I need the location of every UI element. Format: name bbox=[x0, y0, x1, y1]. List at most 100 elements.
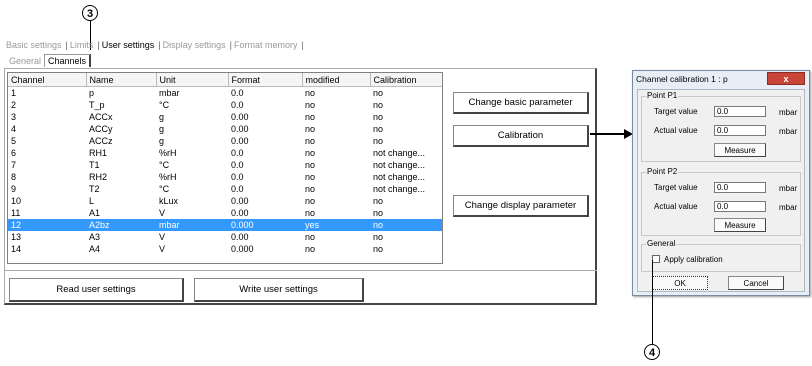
table-cell: 10 bbox=[11, 195, 22, 206]
calibration-button[interactable]: Calibration bbox=[453, 125, 589, 147]
table-row[interactable]: 6 RH1 %rH 0.0 no not change... bbox=[8, 147, 442, 159]
table-cell: 1 bbox=[11, 87, 17, 98]
table-cell: L bbox=[89, 195, 95, 206]
table-row[interactable]: 13 A3 V 0.00 no no bbox=[8, 231, 442, 243]
table-cell: no bbox=[373, 135, 384, 146]
channel-table[interactable]: Channel Name Unit Format modified Calibration… bbox=[7, 72, 443, 264]
ok-button[interactable]: OK bbox=[652, 276, 708, 290]
table-cell: no bbox=[373, 207, 384, 218]
change-basic-parameter-button[interactable]: Change basic parameter bbox=[453, 92, 589, 114]
point-p2-group: Point P2 Target value 0.0 mbar Actual va… bbox=[641, 167, 801, 236]
table-row[interactable]: 4 ACCy g 0.00 no no bbox=[8, 123, 442, 135]
table-cell: no bbox=[305, 195, 316, 206]
table-row[interactable]: 5 ACCz g 0.00 no no bbox=[8, 135, 442, 147]
tab-bar-primary: Basic settings | Limits | User settings | Disp… bbox=[6, 40, 304, 50]
change-display-parameter-button[interactable]: Change display parameter bbox=[453, 195, 589, 217]
table-cell: 0.00 bbox=[231, 123, 249, 134]
general-label: General bbox=[646, 239, 677, 248]
table-cell: °C bbox=[159, 183, 170, 194]
table-cell: 7 bbox=[11, 159, 17, 170]
p1-actual-label: Actual value bbox=[654, 126, 698, 135]
table-cell: 0.00 bbox=[231, 111, 249, 122]
write-user-settings-button[interactable]: Write user settings bbox=[194, 278, 364, 302]
table-cell: no bbox=[305, 123, 316, 134]
table-cell: 0.0 bbox=[231, 87, 244, 98]
table-row[interactable]: 12 A2bz mbar 0.000 yes no bbox=[8, 219, 442, 231]
p1-measure-button[interactable]: Measure bbox=[714, 143, 766, 157]
table-cell: T_p bbox=[89, 99, 105, 110]
table-cell: 0.0 bbox=[231, 183, 244, 194]
column-header[interactable]: modified bbox=[302, 73, 371, 87]
table-cell: V bbox=[159, 207, 166, 218]
table-cell: no bbox=[305, 243, 316, 254]
tab-user-settings[interactable]: User settings bbox=[102, 40, 155, 50]
settings-panel: Basic settings | Limits | User settings | Disp… bbox=[0, 30, 598, 310]
column-header[interactable]: Channel bbox=[8, 73, 87, 87]
table-cell: not change... bbox=[373, 183, 426, 194]
tab-general[interactable]: General bbox=[6, 55, 44, 67]
table-cell: no bbox=[373, 99, 384, 110]
p1-target-label: Target value bbox=[654, 107, 698, 116]
table-cell: 0.00 bbox=[231, 231, 249, 242]
table-row[interactable]: 10 LkLux 0.00 no no bbox=[8, 195, 442, 207]
tab-basic-settings[interactable]: Basic settings bbox=[6, 40, 62, 50]
p2-target-input[interactable]: 0.0 bbox=[714, 182, 766, 193]
table-row[interactable]: 7 T1 °C 0.0 no not change... bbox=[8, 159, 442, 171]
channel-calibration-dialog: Channel calibration 1 : p x Point P1 Tar… bbox=[632, 70, 810, 296]
read-user-settings-button[interactable]: Read user settings bbox=[9, 278, 184, 302]
tab-limits[interactable]: Limits bbox=[70, 40, 94, 50]
callout-3: 3 bbox=[82, 5, 98, 21]
table-row[interactable]: 9 T2 °C 0.0 no not change... bbox=[8, 183, 442, 195]
cancel-button[interactable]: Cancel bbox=[728, 276, 784, 290]
tab-format-memory[interactable]: Format memory bbox=[234, 40, 298, 50]
table-cell: p bbox=[89, 87, 95, 98]
table-cell: 0.00 bbox=[231, 207, 249, 218]
column-header[interactable]: Calibration bbox=[370, 73, 442, 87]
p2-actual-label: Actual value bbox=[654, 202, 698, 211]
table-cell: 0.0 bbox=[231, 171, 244, 182]
table-cell: no bbox=[305, 207, 316, 218]
table-cell: no bbox=[305, 231, 316, 242]
table-cell: no bbox=[305, 87, 316, 98]
table-cell: 0.000 bbox=[231, 243, 254, 254]
table-row[interactable]: 3 ACCx g 0.00 no no bbox=[8, 111, 442, 123]
p2-actual-input[interactable]: 0.0 bbox=[714, 201, 766, 212]
table-cell: g bbox=[159, 135, 165, 146]
tab-channels[interactable]: Channels bbox=[44, 54, 92, 67]
table-cell: ACCz bbox=[89, 135, 113, 146]
table-cell: g bbox=[159, 123, 165, 134]
close-button[interactable]: x bbox=[767, 72, 805, 85]
table-cell: 3 bbox=[11, 111, 17, 122]
table-cell: A1 bbox=[89, 207, 101, 218]
column-header[interactable]: Format bbox=[228, 73, 303, 87]
column-header[interactable]: Unit bbox=[156, 73, 229, 87]
p1-actual-unit: mbar bbox=[779, 127, 798, 136]
table-cell: 0.0 bbox=[231, 147, 244, 158]
apply-calibration-checkbox[interactable] bbox=[652, 255, 660, 263]
table-row[interactable]: 2 T_p °C 0.0 no no bbox=[8, 99, 442, 111]
table-cell: no bbox=[305, 135, 316, 146]
point-p1-group: Point P1 Target value 0.0 mbar Actual va… bbox=[641, 91, 801, 162]
table-row[interactable]: 14 A4 V 0.000 no no bbox=[8, 243, 442, 255]
table-cell: A2bz bbox=[86, 219, 156, 231]
table-cell: 14 bbox=[11, 243, 22, 254]
table-row[interactable]: 1 p mbar 0.0 no no bbox=[8, 87, 442, 100]
table-cell: 9 bbox=[11, 183, 17, 194]
point-p1-label: Point P1 bbox=[646, 91, 679, 100]
p1-target-input[interactable]: 0.0 bbox=[714, 106, 766, 117]
callout-4-leader bbox=[652, 260, 653, 344]
table-cell: %rH bbox=[159, 171, 177, 182]
table-cell: 11 bbox=[11, 207, 21, 218]
tab-display-settings[interactable]: Display settings bbox=[163, 40, 226, 50]
p2-measure-button[interactable]: Measure bbox=[714, 218, 766, 232]
table-cell: mbar bbox=[156, 219, 228, 231]
table-cell: no bbox=[373, 195, 384, 206]
arrow-icon bbox=[590, 129, 633, 139]
p1-actual-input[interactable]: 0.0 bbox=[714, 125, 766, 136]
column-header[interactable]: Name bbox=[86, 73, 157, 87]
table-row[interactable]: 11 A1 V 0.00 no no bbox=[8, 207, 442, 219]
table-cell: 2 bbox=[11, 99, 17, 110]
table-cell: not change... bbox=[373, 147, 426, 158]
table-row[interactable]: 8 RH2 %rH 0.0 no not change... bbox=[8, 171, 442, 183]
table-cell: no bbox=[370, 219, 442, 231]
